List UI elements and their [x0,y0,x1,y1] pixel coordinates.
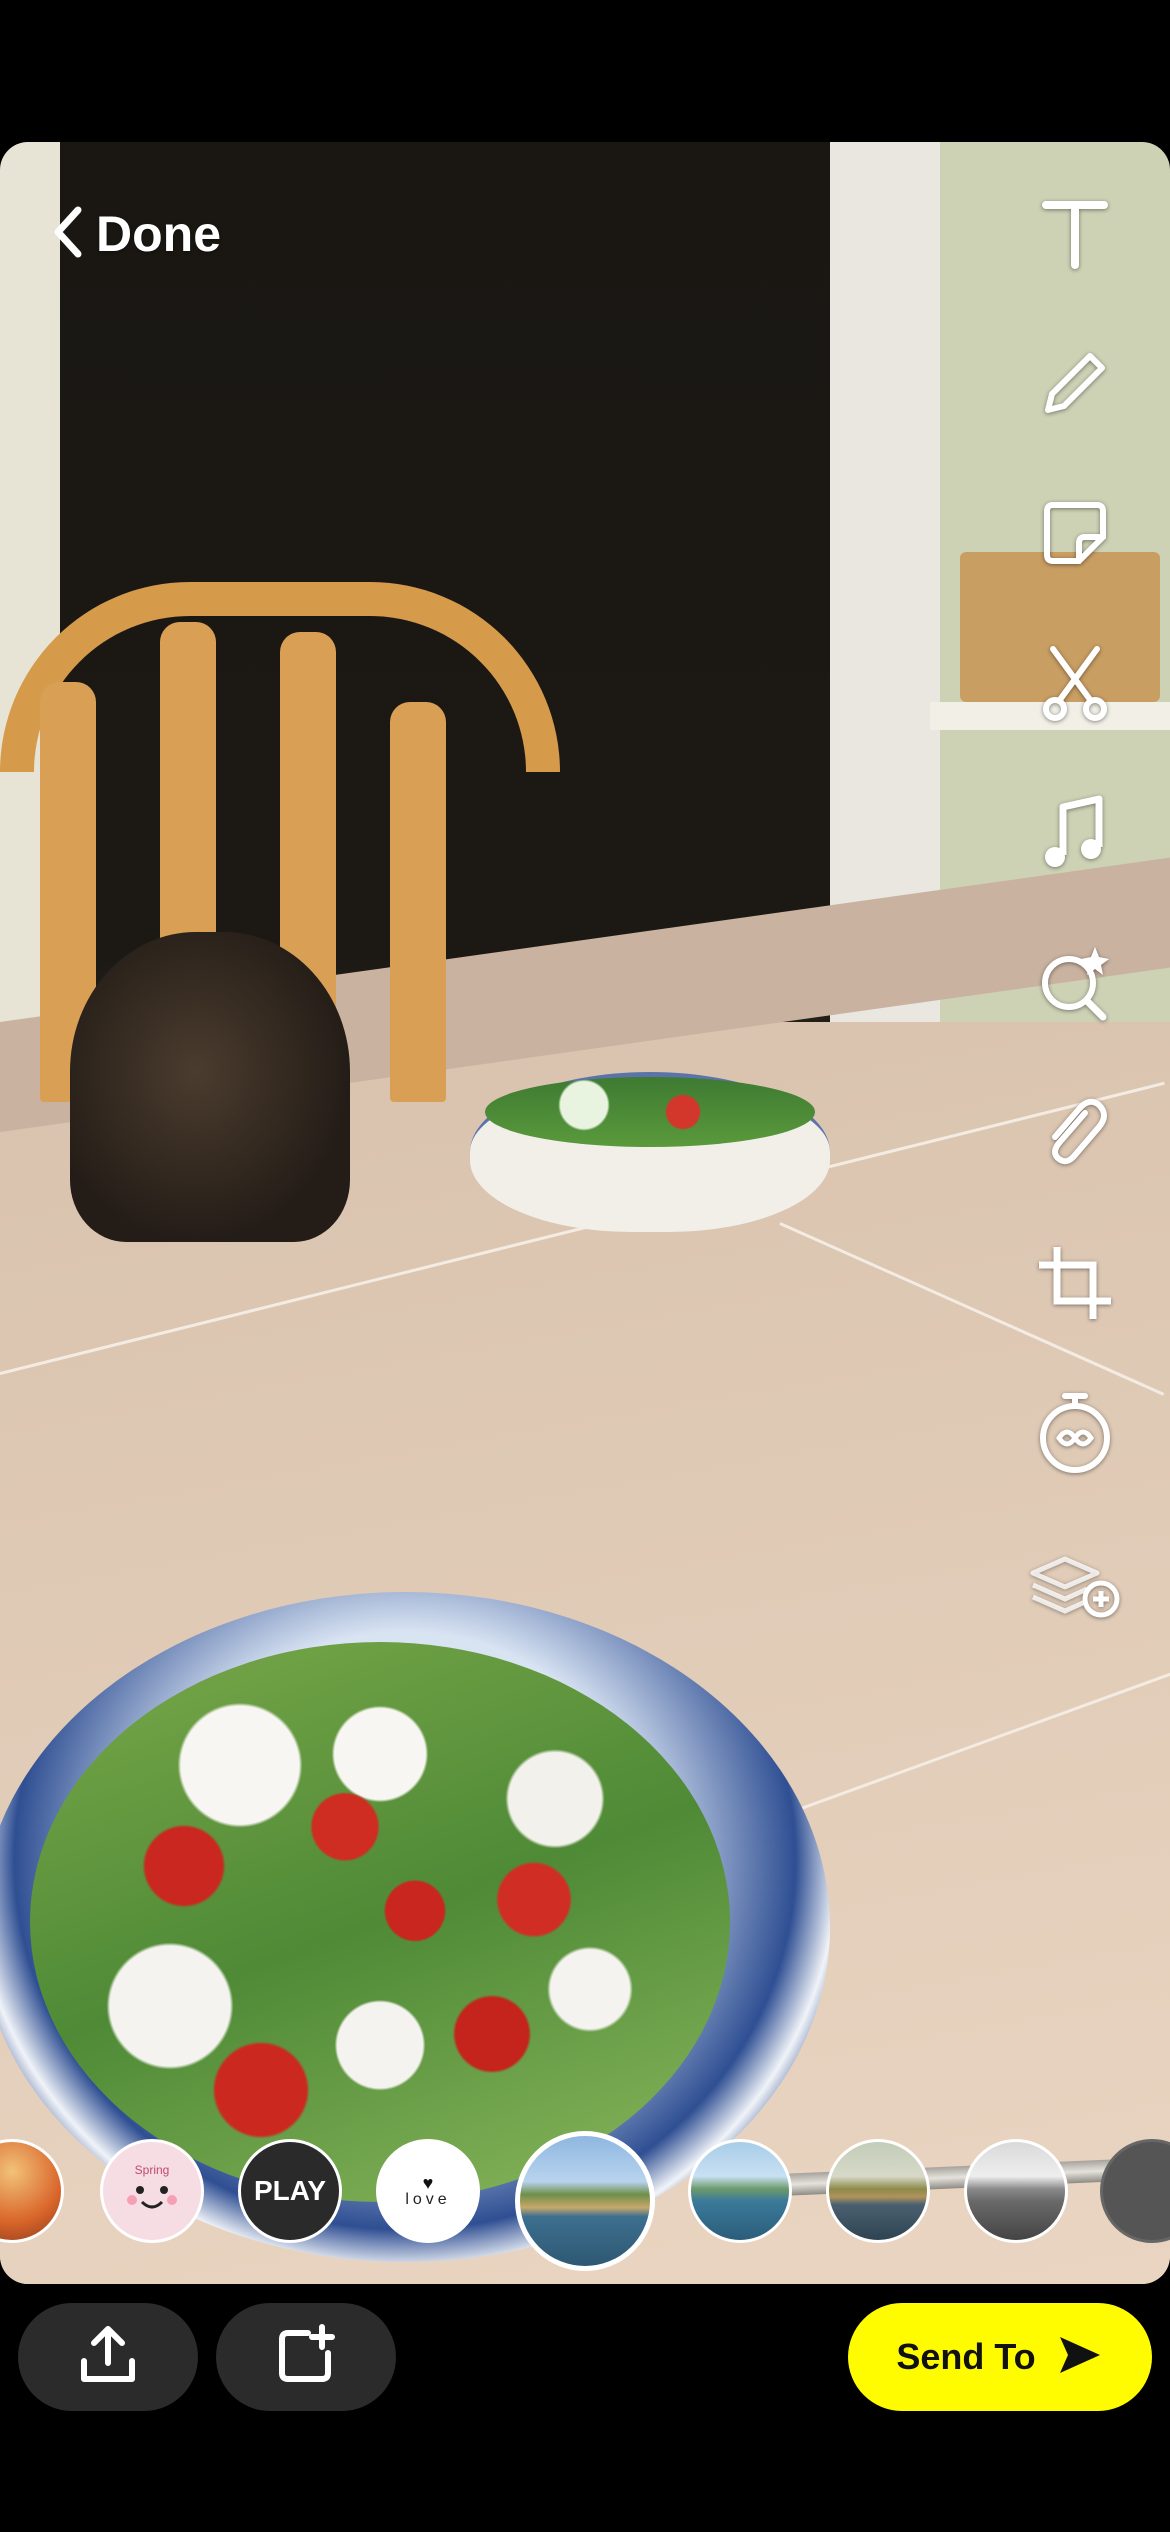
share-upload-icon [76,2323,140,2392]
attach-link-tool-button[interactable] [1030,1090,1120,1180]
captured-photo [0,142,1170,2284]
send-to-label: Send To [896,2336,1036,2377]
send-arrow-icon [1056,2333,1104,2382]
lens-play[interactable]: PLAY [238,2139,342,2243]
lens-spring-face[interactable]: Spring [100,2139,204,2243]
paperclip-icon [1039,1093,1111,1178]
lens-carousel: Spring PLAY ♥ love [0,2131,1170,2271]
text-tool-button[interactable] [1030,190,1120,280]
crop-icon [1035,1243,1115,1328]
cat [70,932,350,1242]
add-to-story-button[interactable] [216,2303,396,2411]
pencil-icon [1038,346,1112,425]
timer-tool-button[interactable] [1030,1390,1120,1480]
lens-landscape-bw[interactable] [964,2139,1068,2243]
send-to-button[interactable]: Send To [848,2303,1152,2411]
lens-search-tool-button[interactable] [1030,940,1120,1030]
lens-sunset[interactable] [0,2139,64,2243]
smiley-face-icon [127,2186,177,2209]
layers-tool-button[interactable] [1030,1540,1120,1630]
scissors-icon [1039,643,1111,728]
lens-landscape-color[interactable] [515,2131,655,2271]
lens-more[interactable] [1100,2139,1170,2243]
lens-play-label: PLAY [253,2175,327,2206]
timer-icon [1035,1390,1115,1481]
lens-spring-label: Spring [134,2163,170,2177]
sticker-tool-button[interactable] [1030,490,1120,580]
done-button[interactable]: Done [52,205,221,263]
draw-tool-button[interactable] [1030,340,1120,430]
crop-tool-button[interactable] [1030,1240,1120,1330]
lens-landscape-cool[interactable] [688,2139,792,2243]
lens-love-label: love [405,2191,451,2208]
done-label: Done [96,206,221,262]
music-note-icon [1039,793,1111,878]
layers-plus-icon [1027,1543,1123,1628]
share-button[interactable] [18,2303,198,2411]
music-tool-button[interactable] [1030,790,1120,880]
salad-small [485,1077,815,1147]
chair-slat [390,702,446,1102]
scissors-tool-button[interactable] [1030,640,1120,730]
lens-landscape-warm[interactable] [826,2139,930,2243]
add-to-story-icon [274,2323,338,2392]
text-icon [1040,197,1110,274]
sticker-icon [1039,497,1111,574]
lens-search-icon [1035,943,1115,1028]
salad-large [30,1642,730,2202]
heart-icon: ♥ [422,2173,434,2193]
chevron-left-icon [52,206,82,263]
lens-love[interactable]: ♥ love [376,2139,480,2243]
